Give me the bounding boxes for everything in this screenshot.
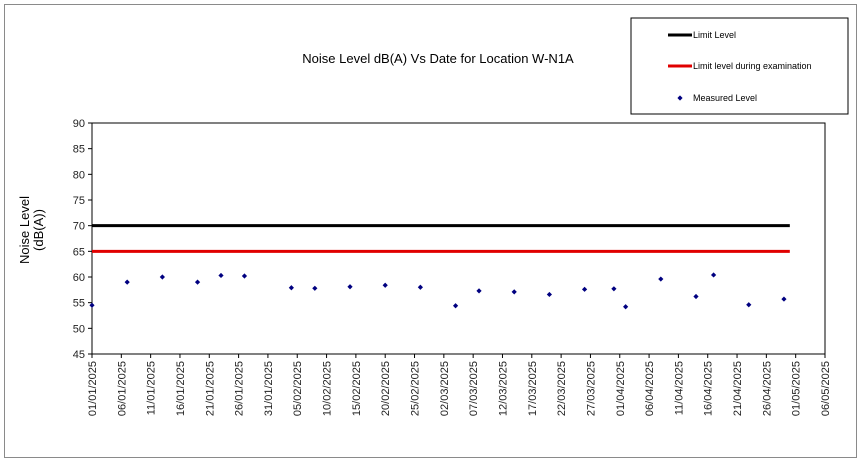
x-tick-label: 02/03/2025 xyxy=(439,361,451,416)
legend-label: Limit Level xyxy=(693,30,736,40)
measured-level-point xyxy=(89,302,95,308)
x-tick-label: 07/03/2025 xyxy=(468,361,480,416)
measured-level-point xyxy=(623,304,629,310)
measured-level-point xyxy=(693,293,699,300)
x-tick-label: 16/01/2025 xyxy=(175,361,187,416)
y-tick-label: 45 xyxy=(73,349,85,361)
measured-level-point xyxy=(194,279,201,285)
legend-label: Measured Level xyxy=(693,93,757,103)
measured-level-point xyxy=(476,288,482,294)
chart-frame: Noise Level dB(A) Vs Date for Location W… xyxy=(4,4,857,458)
y-tick-label: 55 xyxy=(73,298,85,310)
series-layer xyxy=(89,224,790,310)
y-axis-label-line-1: Noise Level xyxy=(17,196,32,264)
y-tick-label: 75 xyxy=(73,195,85,207)
measured-level-point xyxy=(452,303,459,309)
y-tick-label: 90 xyxy=(73,118,85,130)
measured-level-point xyxy=(312,285,318,291)
y-tick-label: 50 xyxy=(73,323,85,335)
y-tick-label: 60 xyxy=(73,272,85,284)
x-tick-label: 21/01/2025 xyxy=(204,361,216,416)
measured-level-point xyxy=(347,284,353,290)
y-tick-label: 65 xyxy=(73,246,85,258)
y-axis: 45 50 55 60 65 70 75 80 85 90 xyxy=(73,118,92,361)
chart-title: Noise Level dB(A) Vs Date for Location W… xyxy=(302,51,574,66)
measured-level-point xyxy=(511,289,517,295)
plot-area xyxy=(91,122,826,355)
measured-level-point xyxy=(658,276,664,282)
y-axis-label: Noise Level (dB(A)) xyxy=(17,196,46,264)
measured-level-point xyxy=(781,296,787,302)
x-tick-label: 21/04/2025 xyxy=(732,361,744,416)
y-tick-label: 85 xyxy=(73,144,85,156)
x-tick-label: 27/03/2025 xyxy=(585,361,597,416)
measured-level-point xyxy=(417,284,423,290)
x-tick-label: 11/01/2025 xyxy=(146,361,158,415)
measured-level-point xyxy=(159,274,165,280)
measured-level-point xyxy=(382,282,388,288)
x-tick-label: 01/05/2025 xyxy=(791,361,803,416)
x-tick-label: 26/04/2025 xyxy=(761,361,773,416)
y-axis-label-line-2: (dB(A)) xyxy=(31,209,46,251)
x-tick-label: 26/01/2025 xyxy=(234,361,246,416)
measured-level-point xyxy=(241,273,248,279)
legend-label: Limit level during examination xyxy=(693,61,812,71)
measured-level-point xyxy=(546,291,552,298)
chart-canvas: Noise Level dB(A) Vs Date for Location W… xyxy=(17,17,849,416)
x-tick-label: 17/03/2025 xyxy=(527,361,539,416)
x-tick-label: 01/01/2025 xyxy=(87,361,99,416)
x-tick-label: 12/03/2025 xyxy=(497,361,509,416)
x-tick-label: 11/04/2025 xyxy=(673,361,685,415)
x-tick-label: 31/01/2025 xyxy=(263,361,275,416)
x-tick-label: 22/03/2025 xyxy=(556,361,568,416)
y-tick-label: 80 xyxy=(73,169,85,181)
x-tick-label: 06/01/2025 xyxy=(116,361,128,416)
x-tick-label: 01/04/2025 xyxy=(615,361,627,416)
measured-level-point xyxy=(710,272,717,278)
x-tick-label: 15/02/2025 xyxy=(351,361,363,416)
x-tick-label: 25/02/2025 xyxy=(410,361,422,416)
x-tick-label: 06/05/2025 xyxy=(820,361,832,416)
y-tick-label: 70 xyxy=(73,221,85,233)
measured-level-point xyxy=(124,279,130,285)
measured-level-point xyxy=(288,285,294,291)
x-tick-label: 16/04/2025 xyxy=(703,361,715,416)
measured-level-point xyxy=(611,286,617,292)
legend: Limit Level Limit level during examinatio… xyxy=(630,17,849,115)
measured-level-point xyxy=(746,302,752,308)
x-axis: 01/01/2025 06/01/2025 11/01/2025 16/01/2025… xyxy=(87,354,832,416)
measured-level-point xyxy=(581,286,588,292)
measured-level-point xyxy=(218,272,224,279)
x-tick-label: 05/02/2025 xyxy=(292,361,304,416)
x-tick-label: 10/02/2025 xyxy=(322,361,334,416)
x-tick-label: 06/04/2025 xyxy=(644,361,656,416)
x-tick-label: 20/02/2025 xyxy=(380,361,392,416)
